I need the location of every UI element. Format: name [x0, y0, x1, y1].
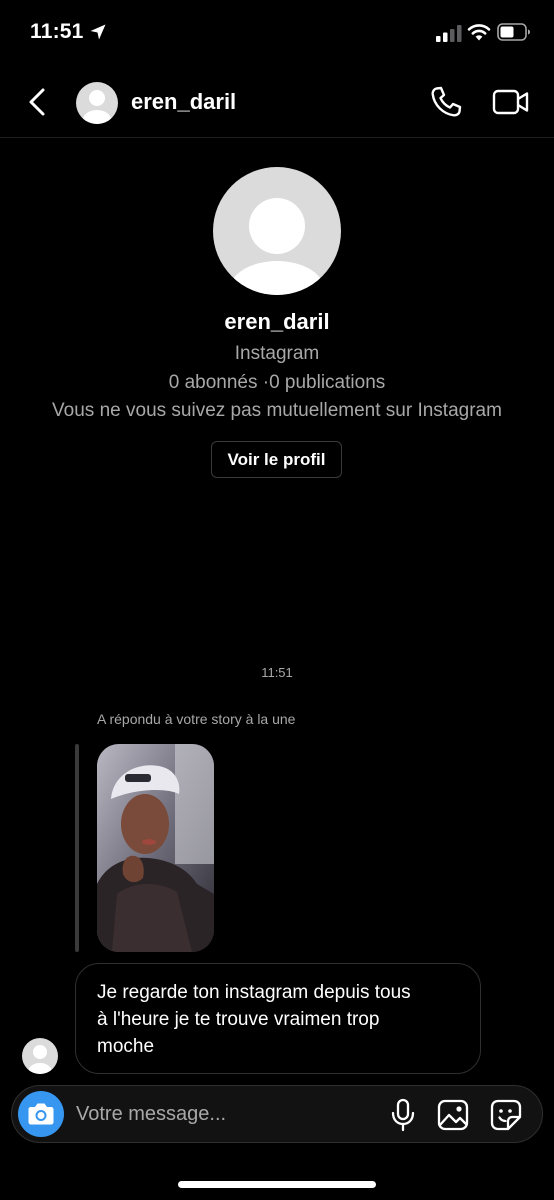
phone-call-icon[interactable] — [428, 84, 464, 120]
camera-button[interactable] — [18, 1091, 64, 1137]
message-line: moche — [97, 1036, 155, 1057]
story-thumbnail[interactable] — [97, 744, 214, 952]
status-time: 11:51 — [30, 20, 84, 43]
avatar[interactable] — [76, 82, 118, 124]
reply-indicator-bar — [75, 744, 79, 952]
location-arrow-icon — [90, 24, 106, 40]
profile-platform: Instagram — [234, 343, 320, 364]
microphone-icon[interactable] — [390, 1098, 416, 1132]
story-reply-label: A répondu à votre story à la une — [97, 711, 296, 727]
message-line: Je regarde ton instagram depuis tous — [97, 982, 411, 1003]
battery-icon — [497, 23, 530, 41]
wifi-icon — [467, 24, 491, 41]
gallery-icon[interactable] — [437, 1099, 469, 1131]
video-call-icon[interactable] — [492, 86, 530, 118]
profile-relation: Vous ne vous suivez pas mutuellement sur… — [52, 400, 502, 421]
sticker-icon[interactable] — [490, 1099, 522, 1131]
signal-icon — [436, 25, 462, 42]
story-photo — [97, 744, 214, 952]
message-bubble[interactable]: Je regarde ton instagram depuis tous à l… — [75, 963, 481, 1074]
status-bar: 11:51 — [0, 0, 554, 66]
camera-icon — [28, 1103, 54, 1125]
back-icon[interactable] — [24, 84, 52, 120]
header-username[interactable]: eren_daril — [131, 89, 236, 115]
default-avatar-icon — [28, 1045, 52, 1074]
profile-avatar[interactable] — [213, 167, 341, 295]
home-indicator[interactable] — [178, 1181, 376, 1188]
profile-stats: 0 abonnés ·0 publications — [168, 372, 386, 393]
message-line: à l'heure je te trouve vraimen trop — [97, 1009, 380, 1030]
profile-name: eren_daril — [224, 309, 330, 334]
sender-avatar[interactable] — [22, 1038, 58, 1074]
message-input[interactable] — [74, 1095, 374, 1133]
message-timestamp: 11:51 — [261, 665, 293, 680]
default-avatar-icon — [83, 90, 111, 124]
chat-header: eren_daril — [0, 66, 554, 138]
default-avatar-icon — [229, 198, 325, 295]
message-composer — [11, 1085, 543, 1143]
view-profile-button[interactable]: Voir le profil — [211, 441, 342, 478]
